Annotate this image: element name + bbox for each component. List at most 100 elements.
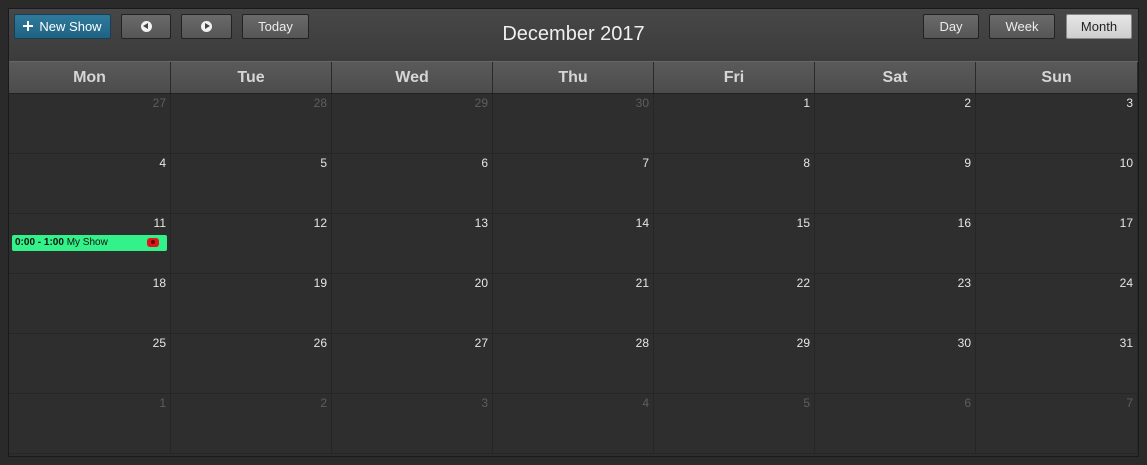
day-cell[interactable]: 14 [493, 214, 654, 274]
day-cell[interactable]: 8 [654, 154, 815, 214]
day-number[interactable]: 13 [475, 216, 488, 230]
day-cell[interactable]: 9 [815, 154, 976, 214]
show-event[interactable]: 0:00 - 1:00 My Show [12, 235, 167, 251]
day-number[interactable]: 1 [803, 96, 810, 110]
day-number[interactable]: 7 [642, 156, 649, 170]
day-cell[interactable]: 27 [9, 94, 171, 154]
day-number[interactable]: 17 [1120, 216, 1133, 230]
day-cell[interactable]: 7 [493, 154, 654, 214]
day-number[interactable]: 4 [642, 396, 649, 410]
day-cell[interactable]: 28 [171, 94, 332, 154]
day-number[interactable]: 25 [153, 336, 166, 350]
day-cell[interactable]: 3 [976, 94, 1138, 154]
day-cell[interactable]: 13 [332, 214, 493, 274]
day-cell[interactable]: 2 [171, 394, 332, 454]
day-number[interactable]: 20 [475, 276, 488, 290]
day-cell[interactable]: 24 [976, 274, 1138, 334]
day-cell[interactable]: 30 [815, 334, 976, 394]
day-number[interactable]: 30 [958, 336, 971, 350]
week-row: 4 5 6 7 8 9 10 [9, 154, 1138, 214]
day-number[interactable]: 26 [314, 336, 327, 350]
day-cell[interactable]: 5 [654, 394, 815, 454]
day-cell[interactable]: 25 [9, 334, 171, 394]
day-cell[interactable]: 16 [815, 214, 976, 274]
day-number[interactable]: 19 [314, 276, 327, 290]
day-cell[interactable]: 29 [654, 334, 815, 394]
day-number[interactable]: 11 [154, 216, 166, 230]
day-cell[interactable]: 18 [9, 274, 171, 334]
day-number[interactable]: 18 [153, 276, 166, 290]
day-view-button[interactable]: Day [923, 14, 979, 39]
day-cell[interactable]: 1 [654, 94, 815, 154]
day-cell[interactable]: 20 [332, 274, 493, 334]
day-cell[interactable]: 6 [332, 154, 493, 214]
weekday-header-fri: Fri [654, 62, 815, 93]
day-number[interactable]: 2 [964, 96, 971, 110]
weekday-header: Mon Tue Wed Thu Fri Sat Sun [9, 61, 1138, 94]
day-cell[interactable]: 5 [171, 154, 332, 214]
day-number[interactable]: 6 [481, 156, 488, 170]
day-cell[interactable]: 29 [332, 94, 493, 154]
day-number[interactable]: 5 [803, 396, 810, 410]
weekday-header-wed: Wed [332, 62, 493, 93]
day-number[interactable]: 23 [958, 276, 971, 290]
month-view-button[interactable]: Month [1066, 14, 1132, 39]
day-number[interactable]: 27 [475, 336, 488, 350]
day-cell[interactable]: 2 [815, 94, 976, 154]
weekday-header-mon: Mon [9, 62, 171, 93]
day-cell[interactable]: 4 [9, 154, 171, 214]
weekday-header-tue: Tue [171, 62, 332, 93]
day-cell[interactable]: 10 [976, 154, 1138, 214]
day-cell[interactable]: 7 [976, 394, 1138, 454]
day-number[interactable]: 30 [636, 96, 649, 110]
day-number[interactable]: 3 [1126, 96, 1133, 110]
day-number[interactable]: 28 [636, 336, 649, 350]
week-row: 25 26 27 28 29 30 31 [9, 334, 1138, 394]
day-number[interactable]: 15 [797, 216, 810, 230]
day-number[interactable]: 3 [481, 396, 488, 410]
day-number[interactable]: 5 [320, 156, 327, 170]
day-cell[interactable]: 15 [654, 214, 815, 274]
week-row: 11 0:00 - 1:00 My Show 12 13 14 15 16 17 [9, 214, 1138, 274]
day-number[interactable]: 29 [475, 96, 488, 110]
day-number[interactable]: 22 [797, 276, 810, 290]
day-number[interactable]: 9 [964, 156, 971, 170]
day-cell[interactable]: 23 [815, 274, 976, 334]
day-cell[interactable]: 19 [171, 274, 332, 334]
day-cell[interactable]: 6 [815, 394, 976, 454]
day-cell[interactable]: 21 [493, 274, 654, 334]
day-cell[interactable]: 22 [654, 274, 815, 334]
day-cell[interactable]: 12 [171, 214, 332, 274]
day-number[interactable]: 1 [159, 396, 166, 410]
event-title: My Show [66, 237, 108, 248]
day-number[interactable]: 8 [803, 156, 810, 170]
week-view-button[interactable]: Week [989, 14, 1055, 39]
day-number[interactable]: 21 [636, 276, 649, 290]
day-cell[interactable]: 31 [976, 334, 1138, 394]
day-number[interactable]: 10 [1120, 156, 1133, 170]
weekday-header-thu: Thu [493, 62, 654, 93]
day-number[interactable]: 12 [314, 216, 327, 230]
day-number[interactable]: 29 [797, 336, 810, 350]
month-weeks: 27 28 29 30 1 2 3 4 5 6 7 8 9 10 11 0:00 - 1:00 My Show… [9, 94, 1138, 454]
day-cell[interactable]: 30 [493, 94, 654, 154]
day-number[interactable]: 6 [964, 396, 971, 410]
day-number[interactable]: 2 [320, 396, 327, 410]
day-cell[interactable]: 28 [493, 334, 654, 394]
day-number[interactable]: 14 [636, 216, 649, 230]
day-number[interactable]: 7 [1126, 396, 1133, 410]
month-grid: Mon Tue Wed Thu Fri Sat Sun 27 28 29 30 1 2 3 4 5 6 7 8 9 1… [9, 61, 1138, 454]
day-number[interactable]: 24 [1120, 276, 1133, 290]
day-cell[interactable]: 26 [171, 334, 332, 394]
day-cell[interactable]: 4 [493, 394, 654, 454]
day-number[interactable]: 27 [153, 96, 166, 110]
day-cell[interactable]: 3 [332, 394, 493, 454]
day-cell[interactable]: 27 [332, 334, 493, 394]
day-cell[interactable]: 17 [976, 214, 1138, 274]
day-number[interactable]: 4 [159, 156, 166, 170]
day-number[interactable]: 31 [1120, 336, 1133, 350]
day-number[interactable]: 16 [958, 216, 971, 230]
day-cell[interactable]: 1 [9, 394, 171, 454]
day-cell[interactable]: 11 0:00 - 1:00 My Show [9, 214, 171, 274]
day-number[interactable]: 28 [314, 96, 327, 110]
